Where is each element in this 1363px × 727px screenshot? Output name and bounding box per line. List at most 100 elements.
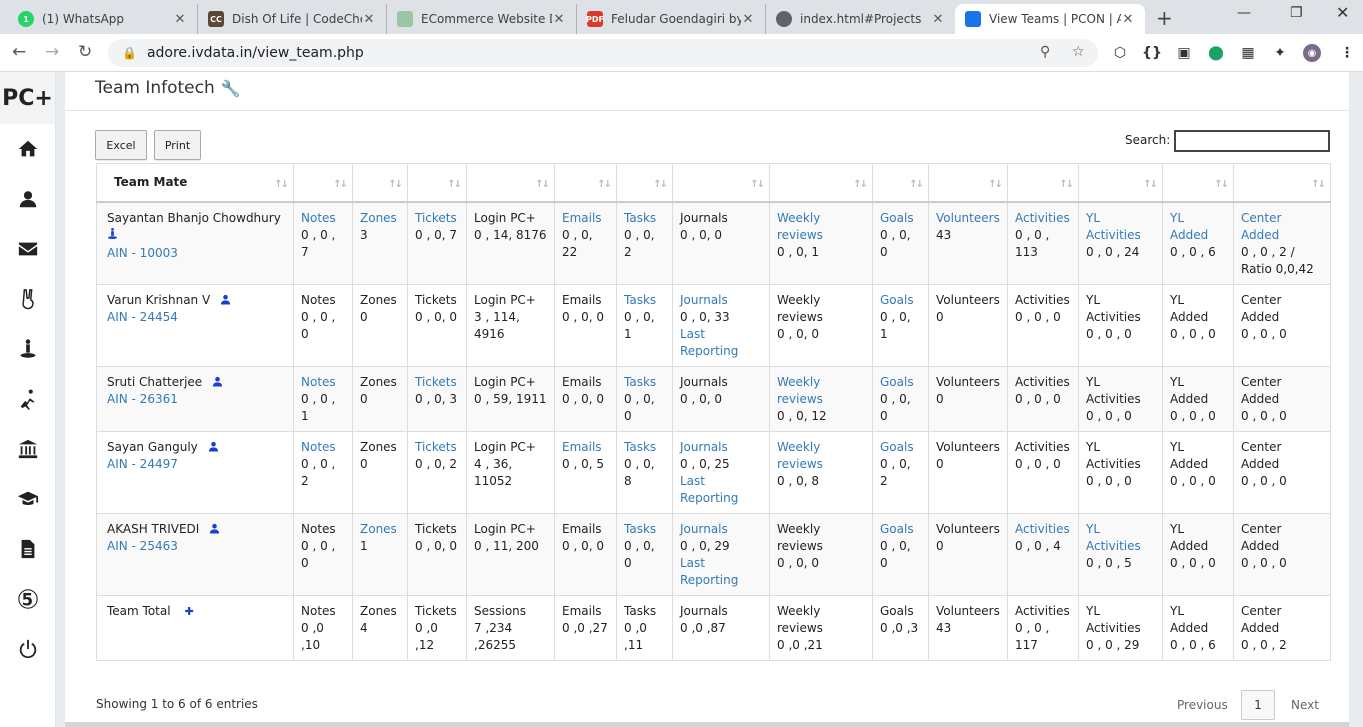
column-header[interactable]: ↑↓ xyxy=(293,163,353,203)
metric-link[interactable]: Center Added xyxy=(1241,211,1281,242)
metric-link[interactable]: Goals xyxy=(880,211,914,225)
search-input[interactable] xyxy=(1174,130,1330,152)
tab-close-icon[interactable]: ✕ xyxy=(173,12,187,27)
excel-button[interactable]: Excel xyxy=(95,130,147,160)
institution-icon[interactable] xyxy=(0,424,55,474)
last-reporting-link[interactable]: Last Reporting xyxy=(680,327,738,358)
home-icon[interactable] xyxy=(0,124,55,174)
browser-tab[interactable]: CC Dish Of Life | CodeChef ✕ xyxy=(198,4,387,34)
extension-grammarly-icon[interactable]: ⬤ xyxy=(1207,44,1225,62)
column-header[interactable]: ↑↓ xyxy=(407,163,467,203)
runner-icon[interactable] xyxy=(0,374,55,424)
minimize-icon[interactable]: — xyxy=(1237,5,1251,21)
zoom-icon[interactable]: ⚲ xyxy=(1040,44,1050,60)
column-header[interactable]: ↑↓ xyxy=(616,163,673,203)
metric-link[interactable]: Notes xyxy=(301,211,336,225)
metric-link[interactable]: Goals xyxy=(880,440,914,454)
ain-link[interactable]: AIN - 25463 xyxy=(107,539,178,553)
bookmark-star-icon[interactable]: ☆ xyxy=(1072,44,1085,60)
metric-link[interactable]: Goals xyxy=(880,522,914,536)
metric-link[interactable]: Weekly reviews xyxy=(777,375,823,406)
page-1-button[interactable]: 1 xyxy=(1241,690,1275,720)
sort-arrows-icon[interactable]: ↑↓ xyxy=(274,176,289,193)
sort-arrows-icon[interactable]: ↑↓ xyxy=(853,176,868,193)
sort-arrows-icon[interactable]: ↑↓ xyxy=(750,176,765,193)
sort-arrows-icon[interactable]: ↑↓ xyxy=(909,176,924,193)
column-header[interactable]: ↑↓ xyxy=(769,163,873,203)
new-tab-button[interactable]: + xyxy=(1156,6,1173,30)
user-icon[interactable] xyxy=(220,294,231,307)
browser-menu-icon[interactable]: ⋮ xyxy=(1338,44,1356,62)
tab-close-icon[interactable]: ✕ xyxy=(931,12,945,27)
column-header[interactable]: ↑↓ xyxy=(1233,163,1331,203)
column-header[interactable]: ↑↓ xyxy=(1162,163,1234,203)
peace-hand-icon[interactable] xyxy=(0,274,55,324)
browser-tab[interactable]: index.html#Projects ✕ xyxy=(766,4,955,34)
sort-arrows-icon[interactable]: ↑↓ xyxy=(653,176,668,193)
column-header[interactable]: ↑↓ xyxy=(1078,163,1163,203)
extension-cast-icon[interactable]: ▦ xyxy=(1239,44,1257,62)
browser-tab[interactable]: ECommerce Website De ✕ xyxy=(387,4,577,34)
metric-link[interactable]: Tasks xyxy=(624,522,656,536)
column-header[interactable]: ↑↓ xyxy=(872,163,929,203)
metric-link[interactable]: Emails xyxy=(562,211,602,225)
tab-close-icon[interactable]: ✕ xyxy=(1121,12,1135,27)
metric-link[interactable]: Tickets xyxy=(415,375,457,389)
metric-link[interactable]: Tickets xyxy=(415,440,457,454)
browser-tab[interactable]: 1 (1) WhatsApp ✕ xyxy=(8,4,198,34)
metric-link[interactable]: Goals xyxy=(880,293,914,307)
extension-cube-icon[interactable]: ⬡ xyxy=(1111,44,1129,62)
ain-link[interactable]: AIN - 26361 xyxy=(107,392,178,406)
metric-link[interactable]: Weekly reviews xyxy=(777,440,823,471)
sort-arrows-icon[interactable]: ↑↓ xyxy=(388,176,403,193)
last-reporting-link[interactable]: Last Reporting xyxy=(680,474,738,505)
metric-link[interactable]: Tasks xyxy=(624,375,656,389)
power-icon[interactable] xyxy=(0,624,55,674)
column-header[interactable]: ↑↓ xyxy=(1007,163,1079,203)
sort-arrows-icon[interactable]: ↑↓ xyxy=(535,176,550,193)
metric-link[interactable]: Notes xyxy=(301,375,336,389)
previous-button[interactable]: Previous xyxy=(1177,698,1228,712)
maximize-icon[interactable]: ❐ xyxy=(1290,5,1303,21)
user-icon[interactable] xyxy=(208,441,219,454)
metric-link[interactable]: YL Activities xyxy=(1086,211,1141,242)
browser-tab[interactable]: View Teams | PCON | Ac ✕ xyxy=(955,4,1145,34)
metric-link[interactable]: Goals xyxy=(880,375,914,389)
metric-link[interactable]: Journals xyxy=(680,522,728,536)
metric-link[interactable]: Notes xyxy=(301,440,336,454)
column-header[interactable]: ↑↓ xyxy=(928,163,1008,203)
metric-link[interactable]: Tasks xyxy=(624,293,656,307)
sort-arrows-icon[interactable]: ↑↓ xyxy=(1059,176,1074,193)
metric-link[interactable]: YL Activities xyxy=(1086,522,1141,553)
last-reporting-link[interactable]: Last Reporting xyxy=(680,556,738,587)
tab-close-icon[interactable]: ✕ xyxy=(362,12,376,27)
user-icon[interactable] xyxy=(212,376,223,389)
html5-icon[interactable]: 5 xyxy=(0,574,55,624)
metric-link[interactable]: Volunteers xyxy=(936,211,1000,225)
metric-link[interactable]: Weekly reviews xyxy=(777,211,823,242)
metric-link[interactable]: Tickets xyxy=(415,211,457,225)
column-header[interactable]: ↑↓ xyxy=(554,163,617,203)
ain-link[interactable]: AIN - 10003 xyxy=(107,246,178,260)
user-icon[interactable] xyxy=(209,523,220,536)
metric-link[interactable]: Journals xyxy=(680,440,728,454)
sort-arrows-icon[interactable]: ↑↓ xyxy=(333,176,348,193)
wrench-icon[interactable]: 🔧 xyxy=(221,79,241,98)
ain-link[interactable]: AIN - 24454 xyxy=(107,310,178,324)
leader-icon[interactable] xyxy=(0,324,55,374)
close-window-icon[interactable]: ✕ xyxy=(1336,3,1349,22)
browser-tab[interactable]: PDF Feludar Goendagiri by S ✕ xyxy=(577,4,766,34)
metric-link[interactable]: Activities xyxy=(1015,211,1070,225)
print-button[interactable]: Print xyxy=(154,130,201,160)
metric-link[interactable]: Tasks xyxy=(624,440,656,454)
metric-link[interactable]: YL Added xyxy=(1170,211,1208,242)
reload-icon[interactable]: ↻ xyxy=(78,42,92,62)
tab-close-icon[interactable]: ✕ xyxy=(552,12,566,27)
user-icon[interactable] xyxy=(0,174,55,224)
leader-icon[interactable] xyxy=(107,227,118,243)
sort-arrows-icon[interactable]: ↑↓ xyxy=(1143,176,1158,193)
column-header-team-mate[interactable]: Team Mate ↑↓ xyxy=(96,163,294,203)
metric-link[interactable]: Zones xyxy=(360,522,397,536)
sort-arrows-icon[interactable]: ↑↓ xyxy=(1214,176,1229,193)
address-bar[interactable]: 🔒 adore.ivdata.in/view_team.php ⚲ ☆ xyxy=(108,39,1098,67)
